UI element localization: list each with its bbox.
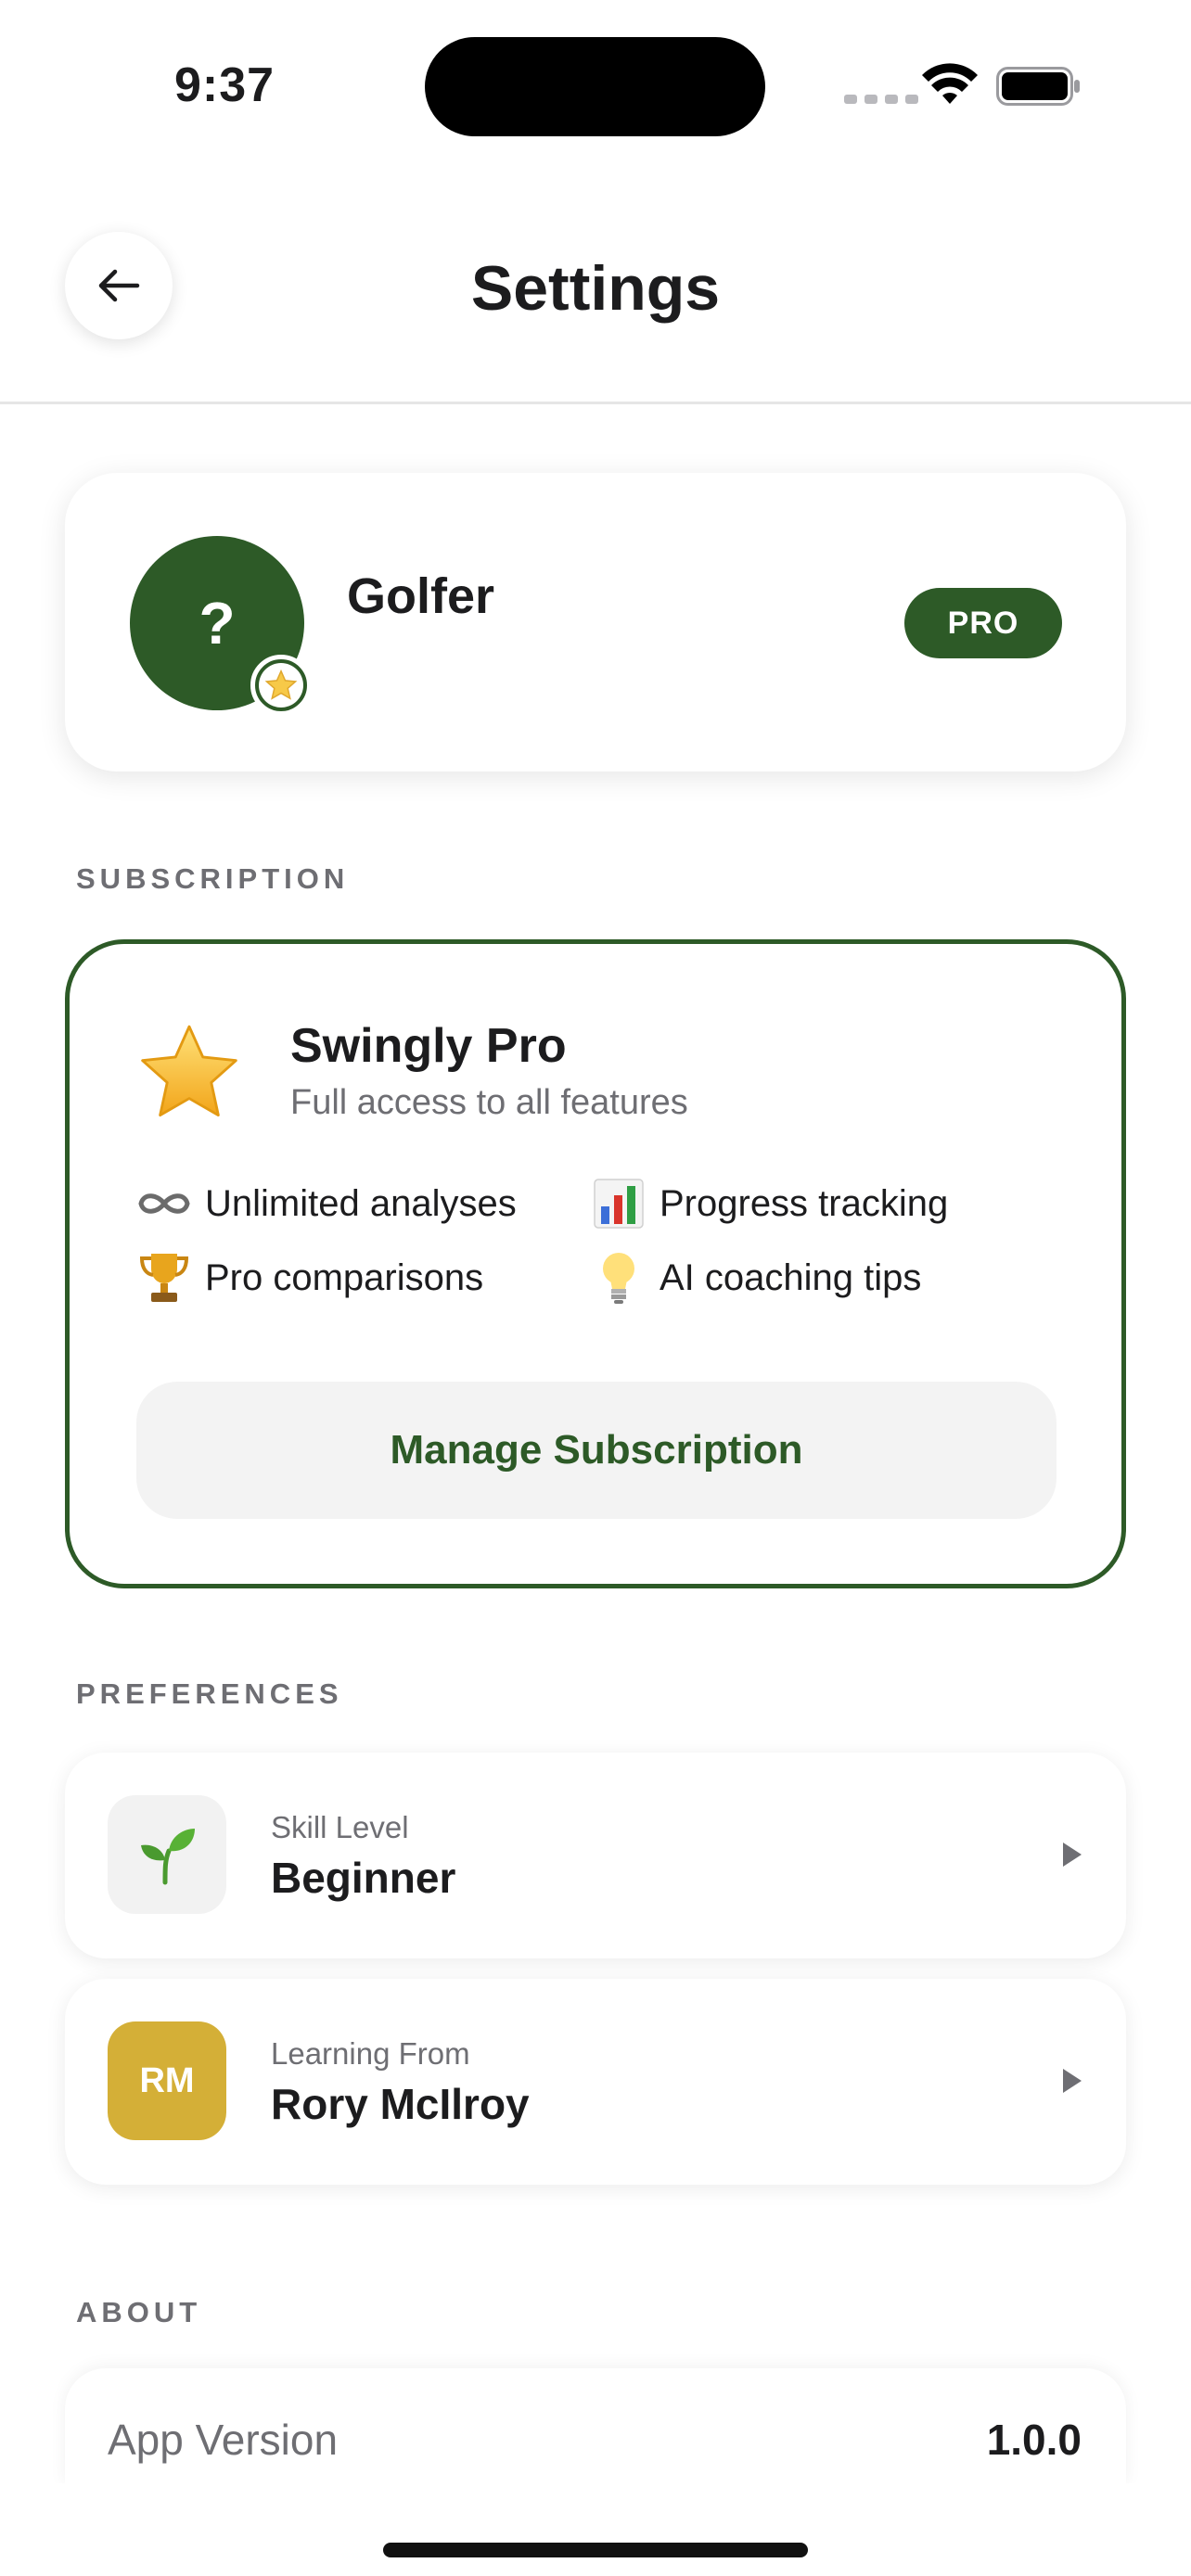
bar-chart-icon: [594, 1179, 644, 1229]
pro-star-badge: [250, 655, 312, 716]
manage-subscription-button[interactable]: Manage Subscription: [136, 1382, 1057, 1519]
trophy-icon: [139, 1254, 189, 1302]
skill-icon-box: [108, 1795, 226, 1914]
feature-label: Pro comparisons: [205, 1256, 484, 1298]
lightbulb-icon: [603, 1253, 634, 1304]
subscription-title: Swingly Pro: [290, 1019, 567, 1073]
seedling-icon: [141, 1829, 195, 1885]
feature-item: Unlimited analyses: [136, 1176, 517, 1231]
pro-badge: PRO: [904, 588, 1062, 658]
feature-item: Progress tracking: [591, 1176, 948, 1231]
pro-golfer-avatar: RM: [108, 2021, 226, 2140]
status-bar: 9:37: [0, 0, 1191, 167]
learning-from-value: Rory McIlroy: [271, 2080, 530, 2128]
bottom-safe-area: [0, 2483, 1191, 2576]
wifi-icon: [922, 63, 978, 104]
home-indicator[interactable]: [383, 2543, 808, 2557]
skill-level-row[interactable]: Skill Level Beginner: [65, 1753, 1126, 1958]
infinity-icon: [138, 1193, 190, 1214]
subscription-card: Swingly Pro Full access to all features …: [65, 939, 1126, 1588]
learning-from-row[interactable]: RM Learning From Rory McIlroy: [65, 1979, 1126, 2185]
app-version-value: 1.0.0: [986, 2416, 1082, 2464]
skill-level-value: Beginner: [271, 1854, 456, 1902]
feature-label: Progress tracking: [660, 1182, 949, 1224]
app-version-label: App Version: [108, 2416, 339, 2464]
feature-label: AI coaching tips: [660, 1256, 922, 1298]
profile-card: ? Golfer PRO: [65, 473, 1126, 772]
dynamic-island: [425, 37, 765, 136]
status-time: 9:37: [174, 58, 275, 112]
feature-item: AI coaching tips: [591, 1250, 921, 1306]
profile-name: Golfer: [347, 568, 495, 624]
section-header-preferences: PREFERENCES: [76, 1677, 343, 1710]
navigation-header: Settings: [0, 167, 1191, 404]
learning-from-label: Learning From: [271, 2036, 470, 2071]
cellular-signal-icon: [844, 95, 918, 104]
star-icon: [141, 1025, 237, 1117]
subscription-subtitle: Full access to all features: [290, 1083, 688, 1122]
section-header-subscription: SUBSCRIPTION: [76, 862, 350, 895]
star-icon: [264, 669, 298, 700]
feature-item: Pro comparisons: [136, 1250, 483, 1306]
battery-icon: [996, 67, 1080, 106]
app-version-row: App Version 1.0.0: [65, 2368, 1126, 2485]
chevron-right-icon: [1063, 1843, 1082, 1867]
page-title: Settings: [470, 253, 721, 324]
skill-level-label: Skill Level: [271, 1810, 409, 1844]
chevron-right-icon: [1063, 2069, 1082, 2093]
feature-label: Unlimited analyses: [205, 1182, 517, 1224]
section-header-about: ABOUT: [76, 2296, 202, 2328]
